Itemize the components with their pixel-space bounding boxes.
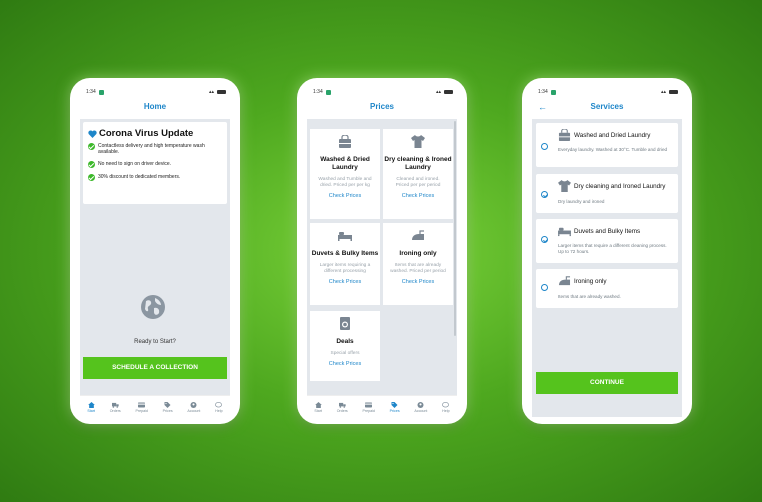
card-icon (365, 402, 373, 407)
status-bar: 1:34 ▴▴ (538, 88, 678, 96)
globe-icon (141, 295, 165, 319)
tab-bar: Start Orders Prepaid Prices Account Help (307, 395, 457, 418)
check-prices-link[interactable]: Check Prices (310, 361, 380, 367)
tab-prices[interactable]: Prices (390, 401, 400, 413)
battery-icon (669, 90, 678, 94)
service-radio[interactable] (541, 284, 548, 291)
service-radio[interactable] (541, 191, 548, 198)
check-circle-icon (88, 161, 95, 168)
signal-icon: ▴▴ (435, 89, 441, 95)
status-bar: 1:34 ▴▴ (86, 88, 226, 96)
service-radio[interactable] (541, 143, 548, 150)
tab-help[interactable]: Help (442, 401, 450, 413)
truck-icon (111, 402, 119, 408)
price-card-duvets[interactable]: Duvets & Bulky Items Larger items requir… (310, 223, 380, 305)
bag-icon (558, 129, 571, 141)
battery-icon (444, 90, 453, 94)
status-bar: 1:34 ▴▴ (313, 88, 453, 96)
status-time: 1:34 (313, 89, 323, 95)
service-option-washed[interactable]: Washed and Dried Laundry Everyday laundr… (536, 123, 678, 167)
service-desc: Larger items that require a different cl… (558, 243, 667, 254)
signal-icon: ▴▴ (660, 89, 666, 95)
tab-bar: Start Orders Prepaid Prices Account Help (80, 395, 230, 418)
tab-orders[interactable]: Orders (337, 402, 348, 413)
service-desc: Dry laundry and ironed (558, 199, 605, 204)
iron-icon (412, 230, 424, 240)
tab-account[interactable]: Account (414, 401, 427, 413)
signal-icon: ▴▴ (208, 89, 214, 95)
tag-icon (391, 401, 398, 408)
page-title: Prices (369, 102, 395, 111)
tab-prepaid[interactable]: Prepaid (362, 402, 375, 413)
price-card-ironing[interactable]: Ironing only Items that are already wash… (383, 223, 453, 305)
scrollbar[interactable] (454, 121, 456, 336)
iron-icon (558, 276, 571, 286)
service-option-ironing[interactable]: Ironing only Items that are already wash… (536, 269, 678, 308)
check-prices-link[interactable]: Check Prices (383, 279, 453, 285)
corona-update-card: Corona Virus Update Contactless delivery… (83, 122, 227, 204)
tab-start[interactable]: Start (87, 401, 95, 413)
battery-icon (217, 90, 226, 94)
check-prices-link[interactable]: Check Prices (310, 193, 380, 199)
price-card-dry-cleaning[interactable]: Dry cleaning & Ironed Laundry Cleaned an… (383, 129, 453, 219)
tab-prices[interactable]: Prices (163, 401, 173, 413)
status-time: 1:34 (538, 89, 548, 95)
heart-icon (88, 129, 97, 138)
chat-icon (215, 401, 223, 407)
notification-icon (325, 89, 331, 95)
ready-text: Ready to Start? (134, 339, 176, 345)
price-card-washed[interactable]: Washed & Dried Laundry Washed and Tumble… (310, 129, 380, 219)
update-item: No need to sign on driver device. (88, 161, 222, 168)
service-title: Washed and Dried Laundry (574, 131, 651, 139)
service-desc: Items that are already washed. (558, 294, 621, 299)
bed-icon (558, 227, 571, 237)
price-card-deals[interactable]: Deals Special offers Check Prices (310, 311, 380, 381)
check-circle-icon (88, 174, 95, 181)
tab-orders[interactable]: Orders (110, 402, 121, 413)
service-option-dry-cleaning[interactable]: Dry cleaning and Ironed Laundry Dry laun… (536, 174, 678, 213)
notification-icon (550, 89, 556, 95)
bed-icon (338, 232, 352, 241)
prices-screen: Washed & Dried Laundry Washed and Tumble… (307, 119, 457, 395)
update-item: 30% discount to dedicated members. (88, 174, 222, 181)
continue-button[interactable]: CONTINUE (536, 372, 678, 394)
phone-services: 1:34 ▴▴ ← Services Washed and Dried Laun… (522, 78, 692, 424)
tab-help[interactable]: Help (215, 401, 223, 413)
home-icon (87, 401, 95, 408)
service-desc: Everyday laundry. Washed at 30°C. Tumble… (558, 147, 668, 152)
card-icon (138, 402, 146, 407)
service-title: Ironing only (574, 277, 607, 285)
phone-home: 1:34 ▴▴ Home Corona Virus Update Contact… (70, 78, 240, 424)
check-circle-icon (88, 143, 95, 150)
bag-icon (339, 134, 351, 148)
tab-prepaid[interactable]: Prepaid (135, 402, 148, 413)
page-title: Home (143, 102, 167, 111)
service-option-duvets[interactable]: Duvets and Bulky Items Larger items that… (536, 219, 678, 263)
status-time: 1:34 (86, 89, 96, 95)
check-prices-link[interactable]: Check Prices (310, 279, 380, 285)
notification-icon (98, 89, 104, 95)
update-item: Contactless delivery and high temperatur… (88, 143, 222, 155)
page-title: Services (590, 102, 624, 111)
schedule-collection-button[interactable]: SCHEDULE A COLLECTION (83, 357, 227, 379)
services-screen: Washed and Dried Laundry Everyday laundr… (532, 119, 682, 417)
home-icon (314, 401, 322, 408)
phone-prices: 1:34 ▴▴ Prices Washed & Dried Laundry Wa… (297, 78, 467, 424)
chat-icon (442, 401, 450, 407)
home-screen: Corona Virus Update Contactless delivery… (80, 119, 230, 395)
update-title: Corona Virus Update (99, 128, 194, 139)
tab-account[interactable]: Account (187, 401, 200, 413)
tag-icon (164, 401, 171, 408)
truck-icon (338, 402, 346, 408)
service-radio[interactable] (541, 236, 548, 243)
service-title: Duvets and Bulky Items (574, 227, 641, 235)
service-title: Dry cleaning and Ironed Laundry (574, 182, 666, 190)
user-icon (417, 401, 424, 408)
washer-icon (340, 317, 350, 330)
user-icon (190, 401, 197, 408)
shirt-icon (558, 180, 571, 192)
check-prices-link[interactable]: Check Prices (383, 193, 453, 199)
shirt-icon (411, 135, 425, 148)
tab-start[interactable]: Start (314, 401, 322, 413)
